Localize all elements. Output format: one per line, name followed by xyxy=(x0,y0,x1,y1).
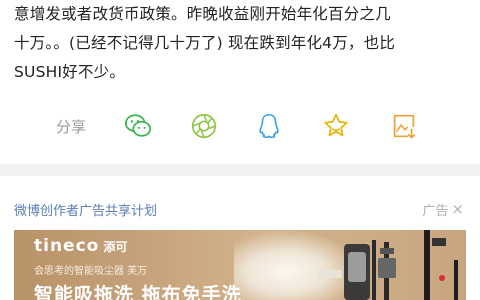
ad-tag[interactable]: 广告 × xyxy=(422,200,464,220)
save-image-icon[interactable] xyxy=(388,110,420,142)
close-icon[interactable]: × xyxy=(451,202,464,217)
article-line: 意增发或者改货币政策。昨晚收益刚开始年化百分之几 xyxy=(14,5,391,23)
ad-headline: 智能吸拖洗 拖布免手洗 xyxy=(34,284,242,300)
article-line: SUSHI好不少。 xyxy=(14,63,126,81)
share-bar: 分享 xyxy=(0,106,480,146)
article-text: 意增发或者改货币政策。昨晚收益刚开始年化百分之几 十万。。(已经不记得几十万了)… xyxy=(14,0,470,87)
brand-name: tineco xyxy=(34,236,100,256)
ad-banner[interactable]: tineco 添可 会思考的智能吸尘器 芙万 智能吸拖洗 拖布免手洗 xyxy=(14,230,466,300)
ad-program-link[interactable]: 微博创作者广告共享计划 xyxy=(14,200,157,219)
share-label: 分享 xyxy=(56,118,87,136)
wechat-icon[interactable] xyxy=(122,110,154,142)
qq-icon[interactable] xyxy=(253,110,285,142)
ad-header: 微博创作者广告共享计划 广告 × xyxy=(0,176,480,228)
ad-label: 广告 xyxy=(422,204,449,219)
favorite-icon[interactable] xyxy=(320,110,352,142)
article-line: 十万。。(已经不记得几十万了) 现在跌到年化4万，也比 xyxy=(14,34,396,52)
brand-logo: tineco 添可 xyxy=(34,236,127,256)
moments-icon[interactable] xyxy=(188,110,220,142)
section-divider xyxy=(0,164,480,176)
vacuum-image xyxy=(318,230,458,300)
ad-subtitle: 会思考的智能吸尘器 芙万 xyxy=(34,266,148,277)
brand-cn: 添可 xyxy=(103,239,128,254)
